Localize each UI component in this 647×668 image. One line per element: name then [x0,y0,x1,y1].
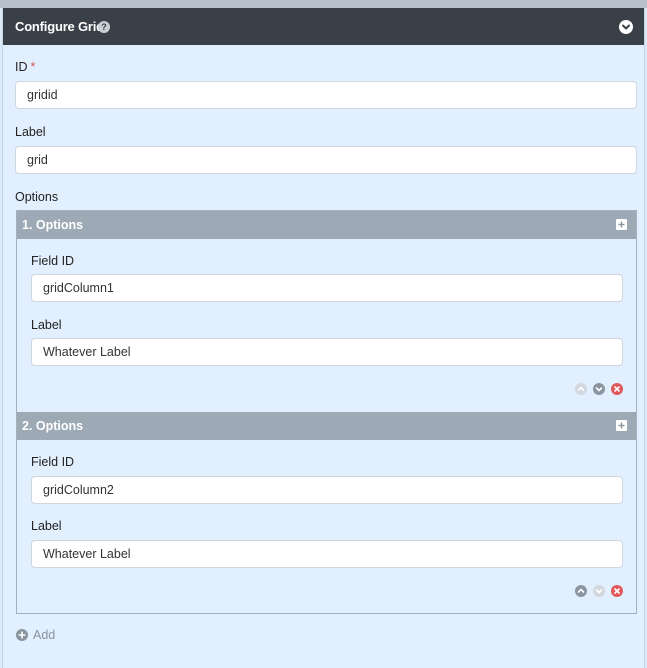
option-1-label-label: Label [31,318,62,332]
move-up-icon[interactable] [575,383,587,395]
add-label: Add [33,628,56,642]
id-input[interactable]: gridid [15,81,637,109]
option-2-label-input[interactable]: Whatever Label [31,540,623,568]
label-input[interactable]: grid [15,146,637,174]
panel-header[interactable]: Configure Grid ? [3,8,644,45]
move-up-icon[interactable] [575,585,587,597]
remove-icon[interactable] [611,585,623,597]
panel-title: Configure Grid [15,19,104,34]
option-2-label-label: Label [31,519,62,533]
option-1-field-id-label: Field ID [31,254,75,268]
option-1-label-input[interactable]: Whatever Label [31,338,623,366]
move-down-icon[interactable] [593,585,605,597]
plus-square-icon[interactable] [616,219,627,230]
option-2-actions [575,585,625,599]
id-label-text: ID [15,60,28,74]
option-2-field-id-label: Field ID [31,455,75,469]
chevron-down-circle-icon[interactable] [619,20,633,34]
options-list: 1. Options Field ID gridColumn1 Label Wh… [16,210,637,614]
required-mark: * [30,60,36,74]
move-down-icon[interactable] [593,383,605,395]
option-1-header[interactable]: 1. Options [17,211,636,239]
plus-square-icon[interactable] [616,420,627,431]
id-field-label: ID * [15,60,35,74]
top-strip [0,0,647,8]
option-1-field-id-input[interactable]: gridColumn1 [31,274,623,302]
question-circle-icon[interactable]: ? [98,21,110,33]
option-2-header[interactable]: 2. Options [17,412,636,440]
label-field-label: Label [15,125,46,139]
option-1-actions [575,383,625,397]
option-2-field-id-input[interactable]: gridColumn2 [31,476,623,504]
configure-grid-panel: Configure Grid ? ID * gridid Label grid O… [2,8,645,668]
options-label: Options [15,190,59,204]
option-1-title: 1. Options [22,218,84,232]
option-2-title: 2. Options [22,419,84,433]
plus-circle-icon [16,629,28,641]
remove-icon[interactable] [611,383,623,395]
